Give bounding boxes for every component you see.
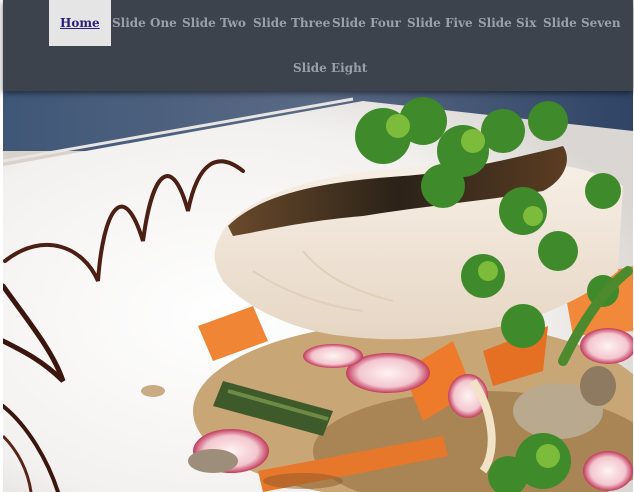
nav-slide-eight[interactable]: Slide Eight [293,45,367,91]
slide-navigation-bar: Home Slide One Slide Two Slide Three Sli… [3,0,633,91]
nav-slide-five[interactable]: Slide Five [407,0,473,46]
nav-slide-seven[interactable]: Slide Seven [543,0,621,46]
nav-home[interactable]: Home [49,0,111,46]
hero-slide-image [3,91,633,492]
nav-slide-three[interactable]: Slide Three [253,0,330,46]
nav-slide-one[interactable]: Slide One [112,0,177,46]
nav-slide-two[interactable]: Slide Two [182,0,246,46]
nav-slide-six[interactable]: Slide Six [478,0,536,46]
nav-slide-four[interactable]: Slide Four [332,0,401,46]
fish-dish-illustration [3,91,633,492]
